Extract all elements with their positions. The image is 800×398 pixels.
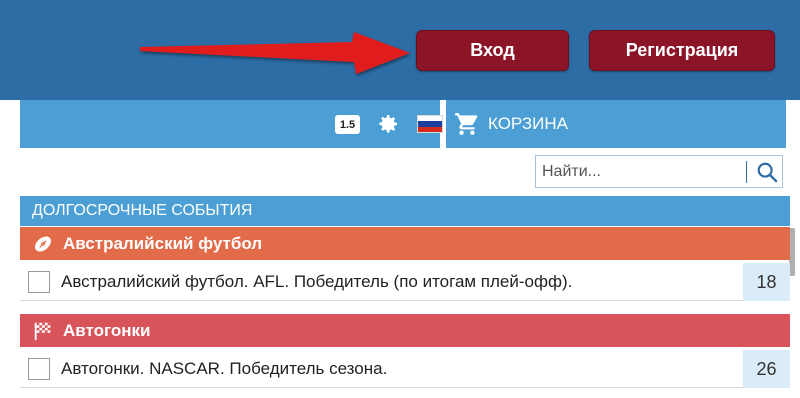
- category-label: Австралийский футбол: [63, 233, 263, 253]
- checkered-flag-icon: [32, 320, 54, 342]
- event-count[interactable]: 26: [743, 350, 790, 388]
- red-arrow-annotation: [140, 32, 410, 74]
- event-title[interactable]: Австралийский футбол. AFL. Победитель (п…: [61, 272, 572, 292]
- search-icon[interactable]: [756, 161, 778, 183]
- event-checkbox[interactable]: [28, 358, 50, 380]
- search-divider: [746, 161, 747, 183]
- cart-bar[interactable]: КОРЗИНА: [446, 100, 786, 148]
- odds-format-button[interactable]: 1.5: [335, 115, 360, 134]
- search-box: [535, 155, 783, 188]
- event-checkbox[interactable]: [28, 271, 50, 293]
- settings-toolbar: 1.5: [20, 100, 443, 148]
- event-row[interactable]: Австралийский футбол. AFL. Победитель (п…: [20, 263, 790, 301]
- site-header: Вход Регистрация: [0, 0, 800, 100]
- login-button[interactable]: Вход: [416, 30, 569, 71]
- cart-label: КОРЗИНА: [488, 114, 569, 133]
- section-title: ДОЛГОСРОЧНЫЕ СОБЫТИЯ: [20, 196, 790, 226]
- category-label: Автогонки: [63, 320, 151, 340]
- football-icon: [32, 233, 54, 255]
- category-auto-racing[interactable]: Автогонки: [20, 314, 790, 347]
- register-button[interactable]: Регистрация: [589, 30, 775, 71]
- event-title[interactable]: Автогонки. NASCAR. Победитель сезона.: [61, 359, 387, 379]
- search-input[interactable]: [536, 157, 748, 186]
- event-count[interactable]: 18: [743, 263, 790, 301]
- left-margin: [0, 100, 20, 398]
- event-row[interactable]: Автогонки. NASCAR. Победитель сезона. 26: [20, 350, 790, 388]
- gear-icon[interactable]: [376, 112, 400, 141]
- russia-flag-icon[interactable]: [417, 115, 443, 133]
- cart-icon: [455, 113, 478, 135]
- category-australian-football[interactable]: Австралийский футбол: [20, 227, 790, 260]
